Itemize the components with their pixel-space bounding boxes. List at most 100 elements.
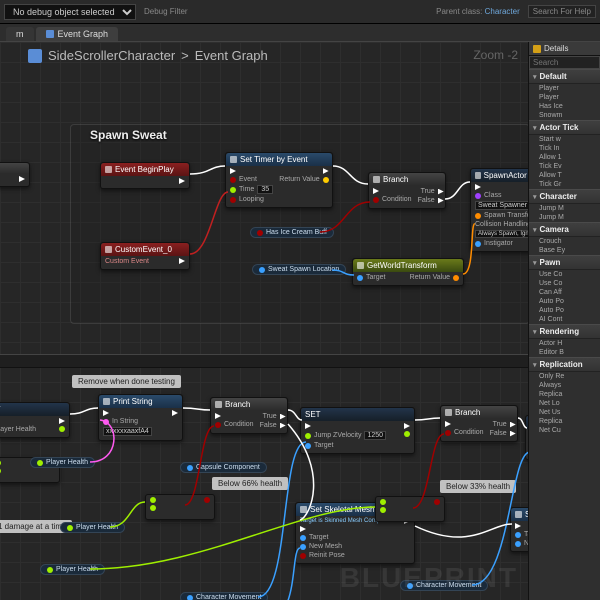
pin-return[interactable]: Return Value <box>410 274 459 281</box>
pin-false[interactable]: False <box>260 422 286 429</box>
prop-row[interactable]: Auto Po <box>529 306 600 315</box>
pin-false[interactable]: False <box>490 430 516 437</box>
node-custom-event[interactable]: CustomEvent_0 Custom Event <box>100 242 190 270</box>
pin-condition[interactable]: Condition <box>215 421 254 428</box>
prop-row[interactable]: Player <box>529 93 600 102</box>
prop-row[interactable]: Tick Ev <box>529 162 600 171</box>
comment-below-33[interactable]: Below 33% health <box>440 480 516 493</box>
pin-exec-in[interactable] <box>475 184 528 190</box>
pin-exec-out[interactable] <box>179 258 185 264</box>
prop-row[interactable]: Replica <box>529 390 600 399</box>
node-print-string[interactable]: Print String In String xxxxxxaaxfA4 <box>98 394 183 441</box>
var-player-health-2[interactable]: Player Health <box>60 522 125 533</box>
prop-row[interactable]: Can Aff <box>529 288 600 297</box>
pin-instigator[interactable]: Instigator <box>475 240 528 247</box>
pin-true[interactable]: True <box>493 421 516 428</box>
prop-row[interactable]: Crouch <box>529 237 600 246</box>
var-player-health-3[interactable]: Player Health <box>40 564 105 575</box>
prop-row[interactable]: Snowm <box>529 111 600 120</box>
pin-true[interactable]: True <box>263 413 286 420</box>
details-tab[interactable]: Details <box>529 42 600 56</box>
prop-row[interactable]: Auto Po <box>529 297 600 306</box>
pin-in-string[interactable]: In String <box>103 418 152 425</box>
prop-row[interactable]: Allow 1 <box>529 153 600 162</box>
node-set-timer[interactable]: Set Timer by Event Event Time35 Looping … <box>225 152 333 208</box>
pin-return[interactable]: Return Value <box>279 176 328 183</box>
prop-row[interactable]: Use Co <box>529 279 600 288</box>
node-set-skeletal-mesh-2[interactable]: Set S Targ New <box>510 507 528 552</box>
search-help[interactable]: Search For Help <box>528 5 596 18</box>
node-compare-1[interactable] <box>145 494 215 520</box>
pin-event[interactable]: Event <box>230 176 273 183</box>
tab-0[interactable]: m <box>6 27 34 41</box>
var-sweat-spawn-location[interactable]: Sweat Spawn Location <box>252 264 346 275</box>
pin-class[interactable]: Class <box>475 192 528 199</box>
prop-row[interactable]: Net Us <box>529 408 600 417</box>
category-default[interactable]: Default <box>529 69 600 84</box>
pin-exec-out[interactable] <box>323 168 329 174</box>
prop-row[interactable]: Net Lo <box>529 399 600 408</box>
prop-row[interactable]: Replica <box>529 417 600 426</box>
pin-condition[interactable]: Condition <box>445 429 484 436</box>
prop-row[interactable]: Start w <box>529 135 600 144</box>
pin-jump-zvel[interactable]: Jump ZVelocity1250 <box>305 431 386 440</box>
pin-target[interactable]: Target <box>305 442 386 449</box>
node-set-jump-zvelocity[interactable]: SET Jump ZVelocity1250 Target <box>300 407 415 454</box>
pin-exec-in[interactable] <box>373 188 412 194</box>
pin-reinit-pose[interactable]: Reinit Pose <box>300 552 395 559</box>
prop-row[interactable]: Jump M <box>529 204 600 213</box>
comment-below-66[interactable]: Below 66% health <box>212 477 288 490</box>
prop-row[interactable]: AI Cont <box>529 315 600 324</box>
var-capsule-component[interactable]: Capsule Component <box>180 462 267 473</box>
prop-row[interactable]: Actor H <box>529 339 600 348</box>
prop-row[interactable]: Net Cu <box>529 426 600 435</box>
comment-remove-testing[interactable]: Remove when done testing <box>72 375 181 388</box>
pin-exec-in[interactable] <box>300 526 395 532</box>
pin-exec-out[interactable] <box>179 178 185 184</box>
pin-target[interactable]: Target <box>300 534 395 541</box>
node-set-player-health[interactable]: SET Player Health <box>0 402 70 438</box>
pin-exec-in[interactable] <box>305 423 386 429</box>
pin-exec-in[interactable] <box>0 418 36 424</box>
node-set-jump-zvelocity-2[interactable]: SET Jump ZVeloc Target <box>525 415 528 460</box>
var-has-ice-cream-buff[interactable]: Has Ice Cream Buff <box>250 227 334 238</box>
category-character[interactable]: Character <box>529 189 600 204</box>
category-camera[interactable]: Camera <box>529 222 600 237</box>
prop-row[interactable]: Has Ice <box>529 102 600 111</box>
prop-row[interactable]: Editor B <box>529 348 600 357</box>
pin-exec-out[interactable] <box>172 410 178 416</box>
pin-false[interactable]: False <box>418 197 444 204</box>
prop-row[interactable]: Tick Gr <box>529 180 600 189</box>
pin-exec-in[interactable] <box>445 421 484 427</box>
var-character-movement-1[interactable]: Character Movement <box>180 592 268 600</box>
parent-class-link[interactable]: Character <box>485 7 520 16</box>
panel-divider[interactable] <box>0 354 528 368</box>
tab-event-graph[interactable]: Event Graph <box>36 27 119 41</box>
pin-new-mesh[interactable]: New Mesh <box>300 543 395 550</box>
pin-spawn-transform[interactable]: Spawn Transform <box>475 212 528 219</box>
node-branch-1[interactable]: Branch Condition True False <box>368 172 446 209</box>
prop-row[interactable]: Tick In <box>529 144 600 153</box>
node-unknown-left[interactable] <box>0 162 30 187</box>
pin-collision-override[interactable]: Collision Handling Override <box>475 221 528 228</box>
node-get-world-transform[interactable]: GetWorldTransform Target Return Value <box>352 258 464 286</box>
prop-row[interactable]: Base Ey <box>529 246 600 255</box>
event-graph-canvas[interactable]: SideScrollerCharacter > Event Graph Zoom… <box>0 42 528 600</box>
breadcrumb-root[interactable]: SideScrollerCharacter <box>48 48 175 63</box>
pin-exec-in[interactable] <box>103 410 152 416</box>
prop-row[interactable]: Allow T <box>529 171 600 180</box>
prop-row[interactable]: Player <box>529 84 600 93</box>
debug-object-select[interactable]: No debug object selected <box>4 4 136 20</box>
category-actor-tick[interactable]: Actor Tick <box>529 120 600 135</box>
node-spawn-actor[interactable]: SpawnActor Sweat Spawner Class Sweat Spa… <box>470 168 528 252</box>
pin-true[interactable]: True <box>421 188 444 195</box>
node-branch-2[interactable]: Branch Condition TrueFalse <box>210 397 288 434</box>
pin-exec-in[interactable] <box>230 168 273 174</box>
prop-row[interactable]: Always <box>529 381 600 390</box>
pin-time[interactable]: Time35 <box>230 185 273 194</box>
var-player-health-1[interactable]: Player Health <box>30 457 95 468</box>
prop-row[interactable]: Only Re <box>529 372 600 381</box>
category-rendering[interactable]: Rendering <box>529 324 600 339</box>
node-event-beginplay[interactable]: Event BeginPlay <box>100 162 190 189</box>
node-compare-2[interactable] <box>375 496 445 522</box>
